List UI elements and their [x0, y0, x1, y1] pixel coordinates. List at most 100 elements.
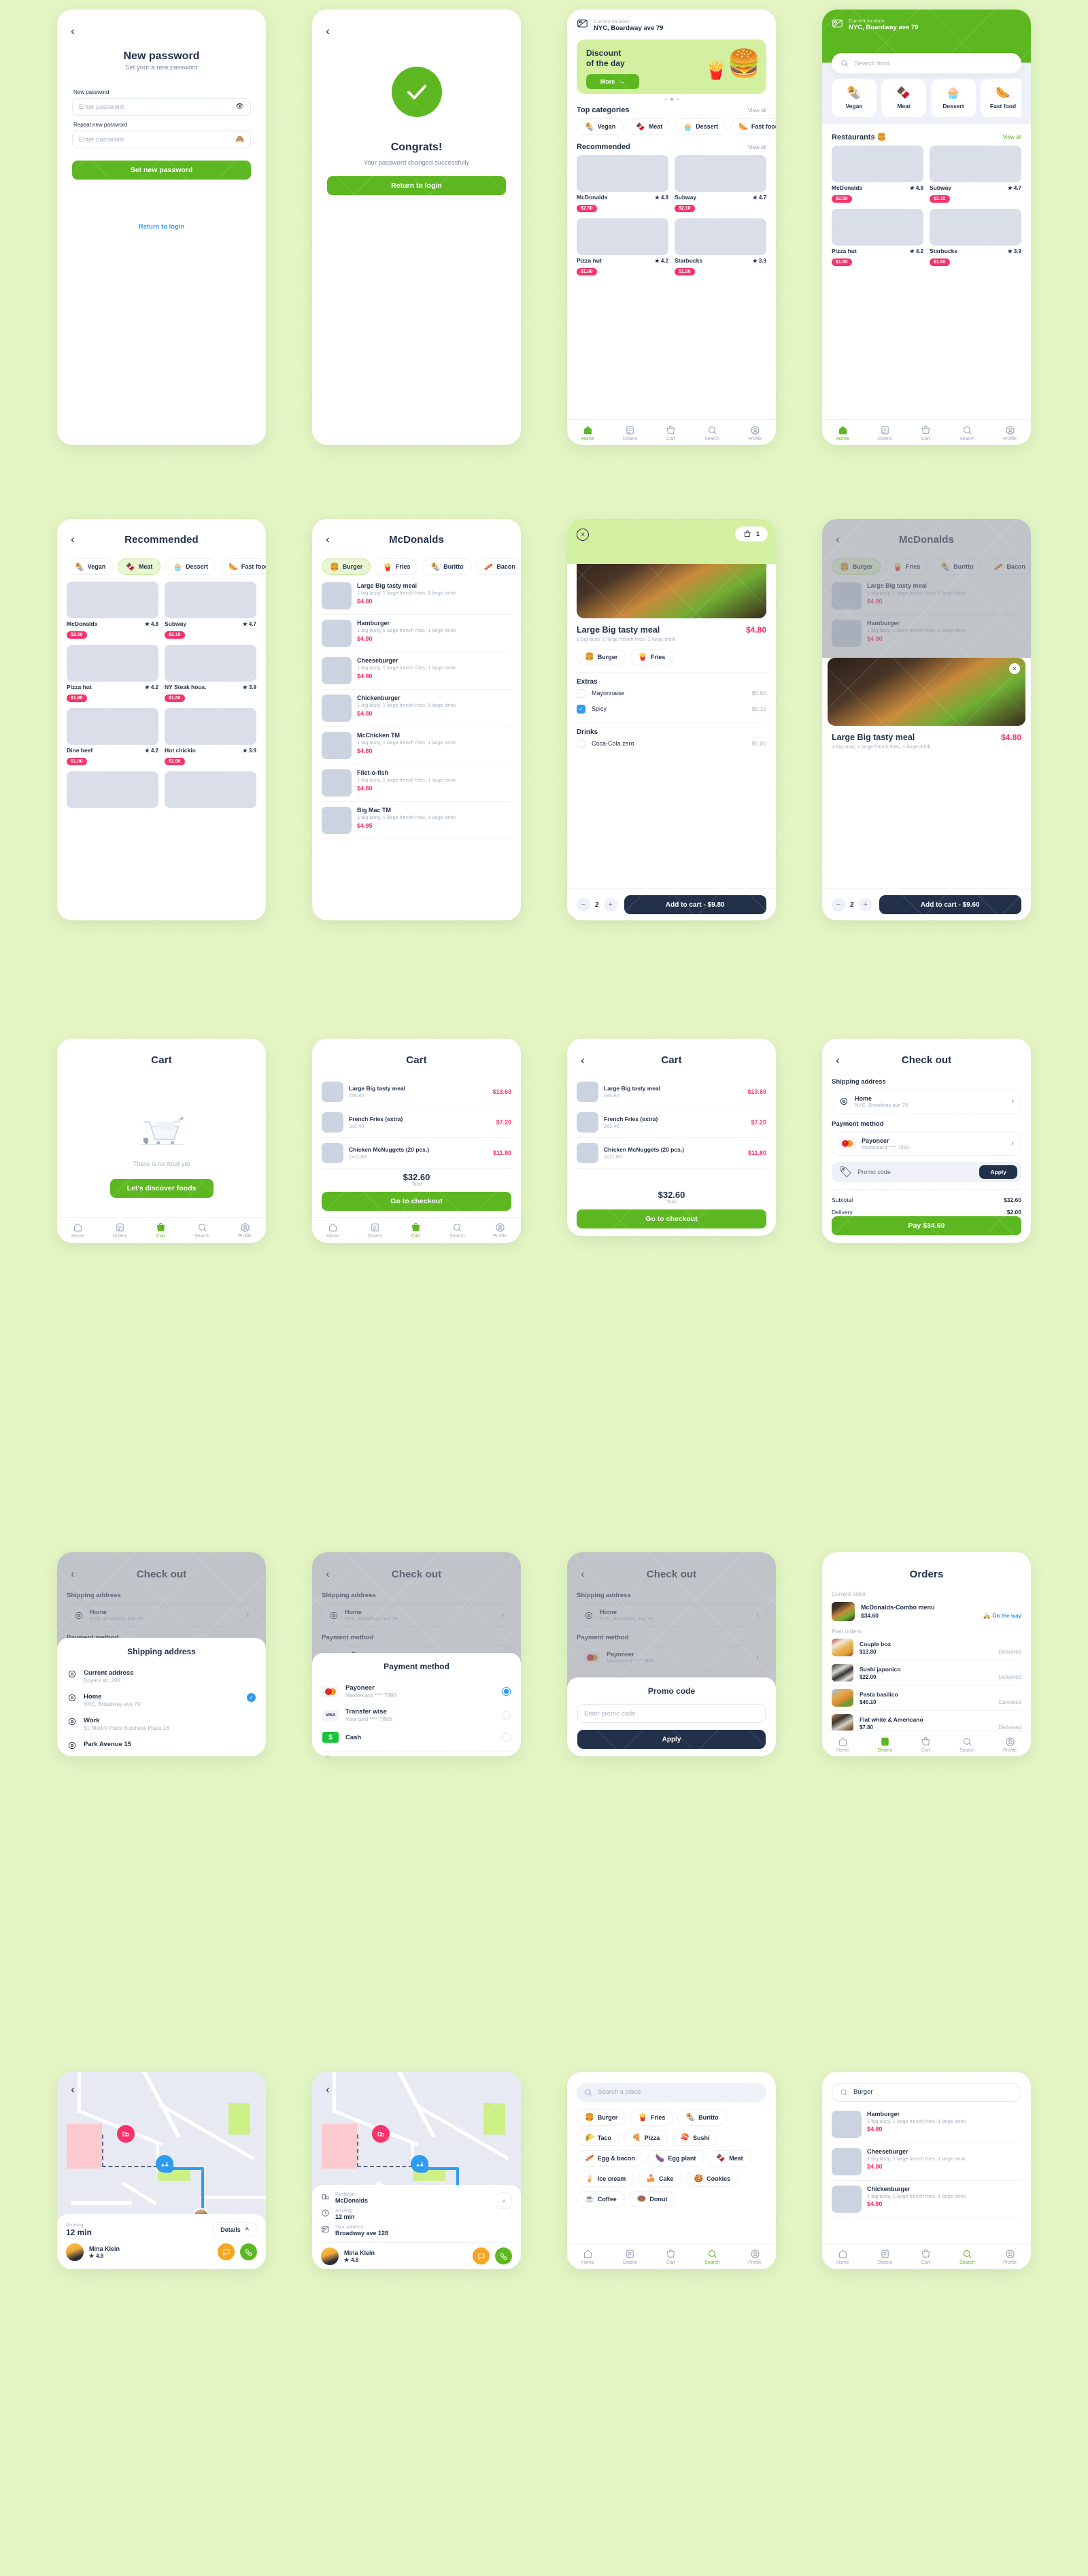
chip-vegan[interactable]: 🌯 Vegan [577, 118, 624, 135]
restaurant-card[interactable] [67, 771, 158, 809]
chip-buritto[interactable]: 🌯Buritto [422, 558, 472, 575]
back-icon[interactable]: ‹ [322, 2083, 334, 2096]
tab-cart[interactable]: Cart [411, 1222, 421, 1239]
chip-fast-food[interactable]: 🌭Fast food [220, 558, 266, 575]
menu-item[interactable]: Hamburger1 big tasty, 1 large french fri… [832, 2106, 1021, 2143]
tab-home[interactable]: Home [836, 2249, 849, 2265]
menu-item[interactable]: Hamburger1 big tasty, 1 large french fri… [322, 615, 511, 653]
decrease-button[interactable]: − [577, 898, 590, 912]
menu-item[interactable]: Chickenburger 1 big tasty, 1 large french… [832, 2181, 1021, 2218]
promo-apply-modal-button[interactable]: Apply [577, 1730, 766, 1750]
menu-item[interactable]: Large Big tasty meal1 big tasty, 1 large… [322, 578, 511, 616]
tab-orders[interactable]: Orders [878, 1737, 892, 1753]
tab-cart[interactable]: Cart [666, 425, 676, 441]
restaurant-card[interactable]: Subway ★ 4.7 $2.10 [930, 146, 1021, 203]
discover-foods-button[interactable]: Let's discover foods [109, 1178, 214, 1198]
back-icon[interactable]: ‹ [67, 2083, 79, 2096]
payment-item[interactable]: $ Cash [322, 1727, 511, 1747]
tab-orders[interactable]: Orders [623, 425, 637, 441]
chip-burger[interactable]: 🍔Burger [322, 558, 371, 575]
new-password-field[interactable]: Enter password 👁 [72, 98, 251, 116]
tab-orders[interactable]: Orders [878, 2249, 892, 2265]
tab-profile[interactable]: Profile [493, 1222, 507, 1239]
tab-search[interactable]: Search [194, 1222, 209, 1239]
categories-view-all[interactable]: View all [748, 107, 766, 114]
chip-fries[interactable]: 🍟Fries [630, 2109, 674, 2126]
chip-dessert[interactable]: 🧁 Dessert [675, 118, 727, 135]
message-button[interactable] [473, 2247, 490, 2265]
search-input[interactable]: Search food [832, 53, 1021, 73]
chip-vegan[interactable]: 🌯 Vegan [67, 558, 114, 575]
category-tile-fast-food[interactable]: 🌭 Fast food [981, 79, 1021, 117]
cart-item[interactable]: Large Big tasty meal 2x6.80 $13.60 [322, 1077, 511, 1107]
back-icon[interactable]: ‹ [67, 533, 79, 546]
chip-fast-food[interactable]: 🌭Fast food [730, 118, 776, 135]
tab-cart[interactable]: Cart [666, 2249, 676, 2265]
add-to-cart-button[interactable]: Add to cart - $9.80 [624, 895, 766, 915]
message-button[interactable] [218, 2243, 235, 2261]
call-button[interactable] [240, 2243, 257, 2261]
tab-search[interactable]: Search [704, 2249, 719, 2265]
tab-home[interactable]: Home [326, 1222, 339, 1239]
chip-coffee[interactable]: ☕ Coffee [577, 2190, 625, 2207]
tab-profile[interactable]: Profile [1003, 2249, 1017, 2265]
tab-orders[interactable]: Orders [623, 2249, 637, 2265]
chip-burger[interactable]: 🍔Burger [577, 2109, 626, 2126]
eye-icon[interactable]: 👁 [235, 103, 244, 111]
tab-orders[interactable]: Orders [113, 1222, 127, 1239]
courier-pin-icon[interactable] [156, 2154, 173, 2173]
menu-item[interactable]: Cheeseburger 1 big tasty, 1 large french … [832, 2143, 1021, 2181]
extra-option[interactable]: ✓ Spicy $0.10 [577, 701, 766, 717]
promo-code-input[interactable]: Enter promo code [577, 1704, 766, 1724]
chip-donut[interactable]: 🍩 Donut [628, 2190, 676, 2207]
tab-home[interactable]: Home [836, 1737, 849, 1753]
search-input[interactable]: Search a place [577, 2082, 766, 2102]
add-to-cart-button[interactable]: Add to cart - $9.60 [879, 895, 1021, 915]
close-icon[interactable]: × [1009, 663, 1020, 675]
order-row[interactable]: Sushi japonico $22.00 Delivered [832, 1660, 1021, 1686]
tab-search[interactable]: Search [959, 1737, 974, 1753]
tab-search[interactable]: Search [449, 1222, 464, 1239]
back-icon[interactable]: ‹ [322, 533, 334, 546]
tab-home[interactable]: Home [581, 425, 594, 441]
category-tile-meat[interactable]: 🍫 Meat [881, 79, 926, 117]
restaurant-card[interactable]: Starbucks ★ 3.9 $1.50 [675, 218, 766, 276]
address-item[interactable]: Home NYC, Broadway ave 79 ✓ [67, 1688, 256, 1712]
tab-profile[interactable]: Profile [748, 425, 762, 441]
restaurant-card[interactable]: NY Steak hous. ★ 3.9 $1.50 [165, 645, 256, 703]
discount-banner[interactable]: Discount of the day More → 🍔 🍟 [577, 39, 766, 94]
chip-dessert[interactable]: 🧁 Dessert [165, 558, 217, 575]
tab-cart[interactable]: Cart [156, 1222, 166, 1239]
tab-profile[interactable]: Profile [748, 2249, 762, 2265]
cart-item[interactable]: Large Big tasty meal 2x6.80 $13.60 [577, 1077, 766, 1107]
chip-pizza[interactable]: 🍕 Pizza [624, 2129, 668, 2146]
address-item[interactable]: Work St. Mark's Place Business Plaza 18 [67, 1712, 256, 1736]
tab-search[interactable]: Search [704, 425, 719, 441]
radio-button[interactable] [502, 1733, 511, 1742]
cart-item[interactable]: French Fries (extra) 3x2.40 $7.20 [577, 1107, 766, 1138]
restaurant-card[interactable]: Subway ★ 4.7 $2.10 [165, 582, 256, 639]
restaurant-pin-icon[interactable] [372, 2124, 390, 2143]
radio-button[interactable] [502, 1687, 511, 1696]
eye-off-icon[interactable]: 🙈 [236, 136, 244, 144]
back-icon[interactable]: ‹ [832, 1054, 844, 1067]
set-new-password-button[interactable]: Set new password [72, 161, 251, 180]
restaurant-card[interactable] [165, 771, 256, 809]
checkbox[interactable] [577, 688, 585, 698]
restaurant-card[interactable]: Pizza hut ★ 4.2 $1.90 [67, 645, 158, 703]
return-to-login-link[interactable]: Return to login [72, 223, 251, 231]
chip-burger[interactable]: 🍔Burger [577, 648, 626, 665]
restaurant-card[interactable]: Subway ★ 4.7 $2.10 [675, 155, 766, 213]
checkbox[interactable] [577, 739, 585, 748]
call-button[interactable] [495, 2247, 512, 2265]
restaurant-card[interactable]: McDonalds ★ 4.8 $2.50 [577, 155, 668, 213]
cart-badge[interactable]: 1 [734, 526, 768, 542]
chip-ice-cream[interactable]: 🍦 Ice cream [577, 2170, 634, 2187]
shipping-address-row[interactable]: Home NYC, Broadway ave 79 › [832, 1089, 1021, 1114]
increase-button[interactable]: + [603, 898, 617, 912]
back-icon[interactable]: ‹ [322, 24, 334, 37]
payment-method-row[interactable]: Payoneer Mastercard **** 7890 › [832, 1131, 1021, 1156]
close-icon[interactable]: × [577, 529, 589, 541]
go-to-checkout-button[interactable]: Go to checkout [322, 1191, 511, 1211]
tab-cart[interactable]: Cart [921, 425, 931, 441]
